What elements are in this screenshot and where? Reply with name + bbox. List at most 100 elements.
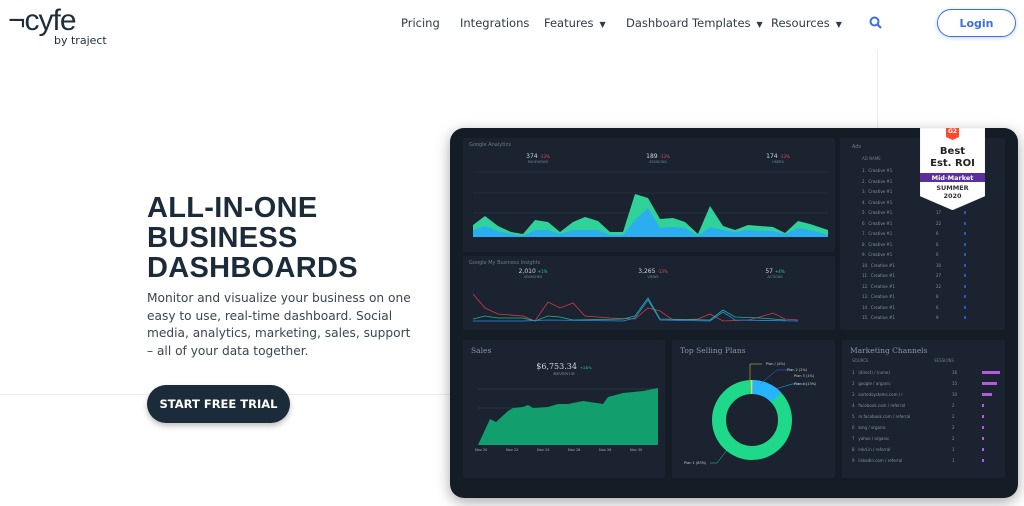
row-value: 22 [936,283,942,289]
panel-title: Google Analytics [469,142,511,148]
row-bar [964,295,966,298]
views-line [473,297,786,322]
slice-label: Plan 1 (83%) [684,461,707,465]
gmb-line-chart [473,293,799,322]
plans-donut-chart [710,363,807,464]
sessions-bar [982,393,992,396]
marketing-panel: Marketing Channels SOURCE SESSIONS 1 (di… [842,340,1005,478]
row-name: Creative #1 [870,283,895,289]
table-row: 14. Creative #1 [862,305,895,310]
x-tick-label: Nov 28 [599,448,612,452]
channel-sessions: 2 [952,403,955,408]
row-index: 7. [862,231,866,236]
panel-title: Google My Business Insights [469,260,541,266]
row-value: 6 [936,241,939,247]
kpi-label: PAGEVIEWS [527,160,549,164]
title-line: DASHBOARDS [147,252,358,284]
channel-row: 7 yahoo / organic [852,436,890,441]
caret-down-icon: ▼ [756,20,763,29]
divider [877,50,878,130]
badge-line: Est. ROI [930,158,975,169]
channel-source: lnkd.in / referral [858,447,891,452]
top-nav: ¬cyfe by traject Pricing Integrations Fe… [0,0,1024,50]
channel-row: 2 google / organic [852,381,891,386]
revenue-kpi: $6,753.34 +24% REVENUE [463,362,665,376]
row-bar [964,211,966,214]
row-name: Creative #1 [868,252,893,257]
title-line: ALL-IN-ONE [147,192,318,224]
kpi-change: -13% [659,154,670,159]
kpi-value: 3,265 [638,268,656,275]
channel-sessions: 2 [952,414,955,419]
channel-source: bing / organic [858,425,886,430]
search-icon[interactable] [869,16,883,30]
panel-title: Marketing Channels [850,346,928,355]
row-index: 14. [862,304,869,310]
row-name: Creative #1 [868,241,893,247]
row-name: Creative #1 [868,168,893,173]
nav-resources[interactable]: Resources ▼ [771,16,842,30]
row-index: 5. [862,210,866,215]
sessions-bar [982,448,984,451]
row-index: 10. [862,262,869,268]
row-name: Creative #1 [870,262,895,268]
logo-text: ¬cyfe [8,4,77,37]
kpi-change: -13% [657,269,668,274]
row-name: Creative #1 [868,231,893,236]
kpi-value: 189 [646,153,658,160]
panel-title: Ads [852,144,862,150]
kpi: 374 -13% PAGEVIEWS [508,153,568,164]
badge-year: 2020 [943,191,962,200]
row-bar [964,242,966,246]
channel-source: linkedin.com / referral [858,458,903,463]
kpi-change: +4% [774,269,785,274]
badge-segment: Mid-Market [931,174,974,182]
caret-down-icon: ▼ [599,20,606,29]
row-index: 13. [862,294,869,299]
nav-label: Resources [771,16,830,30]
plans-panel: Top Selling Plans Plan / (4%) Plan 2 (2%… [672,340,835,478]
login-button[interactable]: Login [937,9,1016,37]
nav-dashboard-templates[interactable]: Dashboard Templates ▼ [626,16,763,30]
logo-subtitle: by traject [54,34,107,47]
nav-integrations[interactable]: Integrations [460,16,529,30]
channel-sessions: 2 [952,436,955,441]
table-row: 10. Creative #1 [862,263,895,268]
kpi-label: SEARCHES [523,275,543,279]
sessions-bar [982,437,984,440]
nav-label: Features [544,16,594,30]
table-row: 11. Creative #1 [862,273,895,278]
table-header: AD NAME [862,156,881,161]
column-header: SOURCE [852,358,869,363]
channel-source: google / organic [858,381,891,386]
channel-sessions: 15 [952,381,958,386]
kpi: 2,010 +1% SEARCHES [503,268,563,279]
kpi-label: USERS [772,160,784,164]
x-tick-label: Nov 30 [630,448,643,452]
table-row: 4. Creative #1 [862,200,892,205]
row-index: 15. [862,315,869,320]
table-row: 3. Creative #1 [862,189,892,194]
nav-label: Dashboard Templates [626,16,751,30]
table-row: 2. Creative #1 [862,179,892,184]
channel-source: (direct) / (none) [858,370,890,375]
kpi-change: +1% [537,269,548,274]
kpi: 189 -13% SESSIONS [628,153,688,164]
row-value: 30 [936,262,942,268]
start-free-trial-button[interactable]: START FREE TRIAL [147,385,290,423]
kpi-value: 174 [766,153,778,160]
x-tick-label: Nov 26 [568,448,581,452]
kpi-change: -13% [539,154,550,159]
nav-features[interactable]: Features ▼ [544,16,606,30]
sales-panel: Sales $6,753.34 +24% REVENUE Nov 20 Nov 22… [463,340,665,478]
cyfe-logo[interactable]: ¬cyfe by traject [8,4,107,48]
channel-row: 8 lnkd.in / referral [852,447,891,452]
table-row: 8. Creative #1 [862,242,892,247]
channel-row: 6 bing / organic [852,425,886,430]
row-index: 4. [862,199,866,205]
nav-pricing[interactable]: Pricing [401,16,440,30]
channel-sessions: 16 [952,370,958,375]
table-row: 1. Creative #1 [862,168,892,173]
channel-sessions: 10 [952,392,958,397]
revenue-change: +24% [579,365,592,370]
